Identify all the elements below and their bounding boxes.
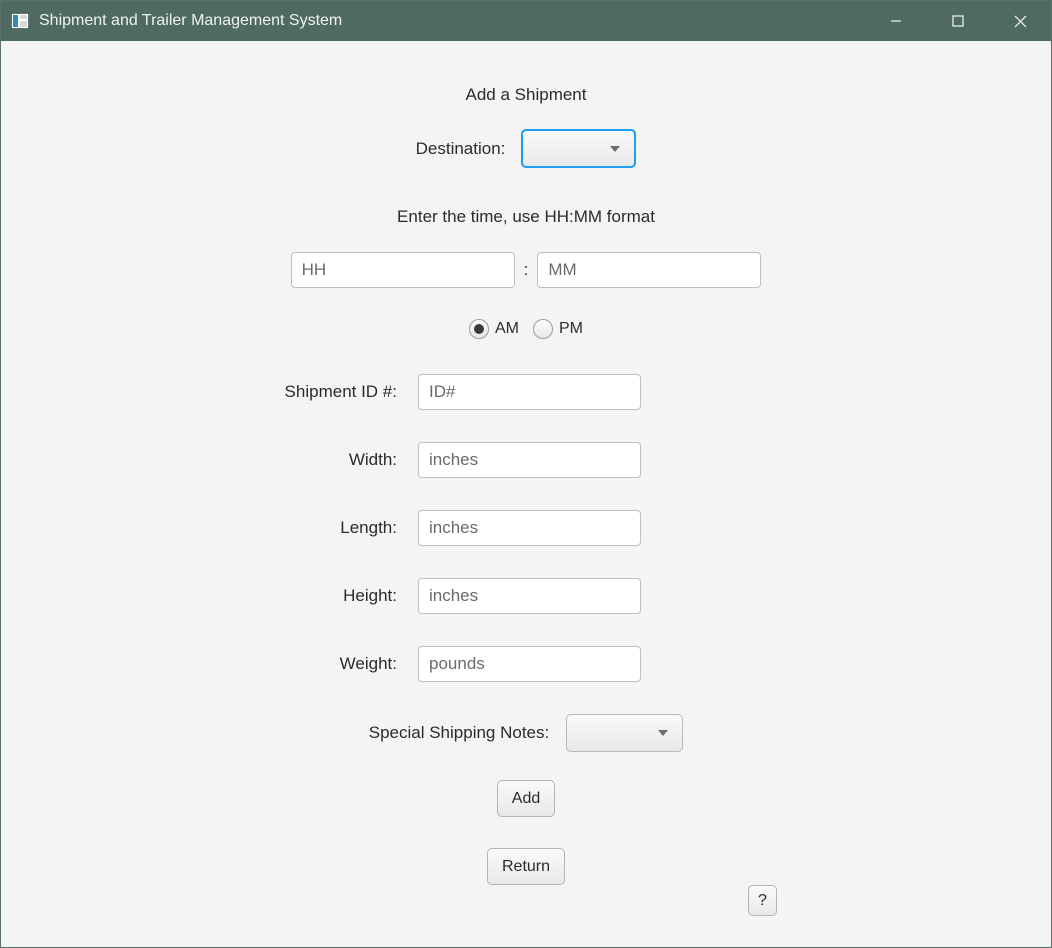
help-button[interactable]: ?: [748, 885, 777, 916]
weight-input[interactable]: [418, 646, 641, 682]
page-title: Add a Shipment: [1, 85, 1051, 105]
width-label: Width:: [1, 450, 401, 470]
shipment-id-label: Shipment ID #:: [1, 382, 401, 402]
minimize-button[interactable]: [865, 1, 927, 41]
minutes-input[interactable]: [537, 252, 761, 288]
add-row: Add: [1, 780, 1051, 817]
return-row: Return: [1, 848, 1051, 885]
notes-row: Special Shipping Notes:: [1, 714, 1051, 752]
radio-icon: [533, 319, 553, 339]
time-colon: :: [524, 260, 529, 280]
radio-icon: [469, 319, 489, 339]
shipment-id-input[interactable]: [418, 374, 641, 410]
chevron-down-icon: [610, 146, 620, 152]
pm-radio[interactable]: PM: [533, 319, 583, 339]
length-label: Length:: [1, 518, 401, 538]
maximize-button[interactable]: [927, 1, 989, 41]
notes-label: Special Shipping Notes:: [369, 723, 550, 743]
window-controls: [865, 1, 1051, 41]
am-radio[interactable]: AM: [469, 319, 519, 339]
width-row: Width:: [1, 442, 1051, 478]
titlebar: Shipment and Trailer Management System: [1, 1, 1051, 41]
weight-row: Weight:: [1, 646, 1051, 682]
length-row: Length:: [1, 510, 1051, 546]
width-input[interactable]: [418, 442, 641, 478]
shipment-id-row: Shipment ID #:: [1, 374, 1051, 410]
close-button[interactable]: [989, 1, 1051, 41]
length-input[interactable]: [418, 510, 641, 546]
height-label: Height:: [1, 586, 401, 606]
app-window: Shipment and Trailer Management System: [0, 0, 1052, 948]
return-button[interactable]: Return: [487, 848, 565, 885]
destination-row: Destination:: [1, 129, 1051, 168]
add-button[interactable]: Add: [497, 780, 555, 817]
app-icon: [11, 13, 29, 29]
client-area: Add a Shipment Destination: Enter the ti…: [1, 41, 1051, 947]
am-label: AM: [495, 320, 519, 338]
help-wrap: ?: [748, 885, 777, 916]
height-input[interactable]: [418, 578, 641, 614]
chevron-down-icon: [658, 730, 668, 736]
window-title: Shipment and Trailer Management System: [39, 12, 342, 30]
pm-label: PM: [559, 320, 583, 338]
hours-input[interactable]: [291, 252, 515, 288]
ampm-row: AM PM: [1, 319, 1051, 339]
time-format-hint: Enter the time, use HH:MM format: [1, 207, 1051, 227]
notes-dropdown[interactable]: [566, 714, 683, 752]
destination-dropdown[interactable]: [521, 129, 636, 168]
time-row: :: [1, 252, 1051, 288]
weight-label: Weight:: [1, 654, 401, 674]
height-row: Height:: [1, 578, 1051, 614]
destination-label: Destination:: [416, 139, 506, 159]
